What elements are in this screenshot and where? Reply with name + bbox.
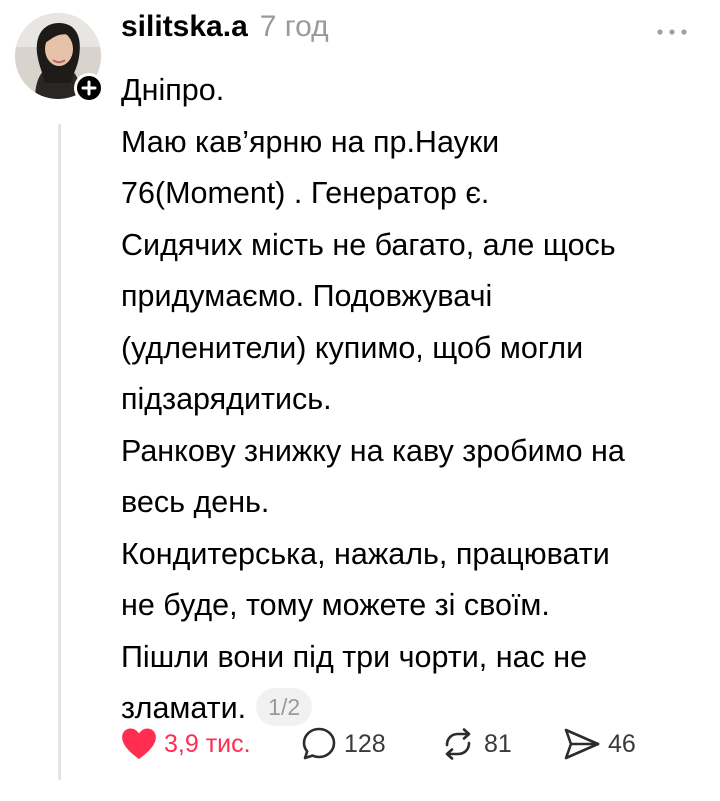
- text-line: (удленители) купимо, щоб могли: [121, 330, 584, 365]
- like-button[interactable]: 3,9 тис.: [120, 722, 251, 766]
- reply-button[interactable]: 128: [300, 722, 386, 766]
- text-line: Пішли вони під три чорти, нас не: [121, 639, 588, 674]
- page-indicator-badge[interactable]: 1/2: [256, 688, 313, 726]
- send-icon: [564, 728, 600, 760]
- repost-count: 81: [484, 729, 512, 758]
- share-button[interactable]: 46: [562, 722, 636, 766]
- reply-count: 128: [344, 729, 386, 758]
- post-header: silitska.a 7 год: [121, 10, 329, 54]
- post-text: Дніпро. Маю кав’ярню на пр.Науки 76(Mome…: [121, 65, 711, 735]
- repost-button[interactable]: 81: [438, 722, 512, 766]
- text-line: підзарядитись.: [121, 382, 332, 416]
- text-line: Ранкову знижку на каву зробимо на: [121, 433, 625, 468]
- username[interactable]: silitska.a: [121, 10, 248, 44]
- like-count: 3,9 тис.: [164, 729, 251, 758]
- post-time: 7 год: [259, 10, 329, 43]
- text-line-content: зламати.: [121, 691, 247, 725]
- text-line: Кондитерська, нажаль, працювати: [121, 536, 610, 571]
- thread-line: [58, 124, 61, 780]
- text-line: Сидячих мість не багато, але щось: [121, 227, 616, 262]
- avatar-container[interactable]: [15, 13, 104, 103]
- comment-icon: [302, 727, 336, 760]
- text-line: Дніпро.: [121, 73, 225, 107]
- heart-icon: [122, 728, 156, 759]
- share-count: 46: [608, 729, 636, 758]
- text-line: Маю кав’ярню на пр.Науки: [121, 124, 500, 159]
- text-line: 76(Moment) . Генератор є.: [121, 176, 490, 210]
- follow-button[interactable]: [74, 73, 104, 103]
- repost-icon: [445, 728, 471, 760]
- text-line: весь день.: [121, 485, 270, 519]
- more-dots-icon[interactable]: [654, 26, 690, 38]
- action-bar: 3,9 тис. 128 81 46: [120, 722, 700, 766]
- text-line: придумаємо. Подовжувачі: [121, 279, 493, 313]
- thread-post: silitska.a 7 год Дніпро. Маю кав’ярню на…: [0, 0, 720, 801]
- text-line: не буде, тому можете зі своїм.: [121, 588, 550, 622]
- plus-icon: [81, 80, 97, 96]
